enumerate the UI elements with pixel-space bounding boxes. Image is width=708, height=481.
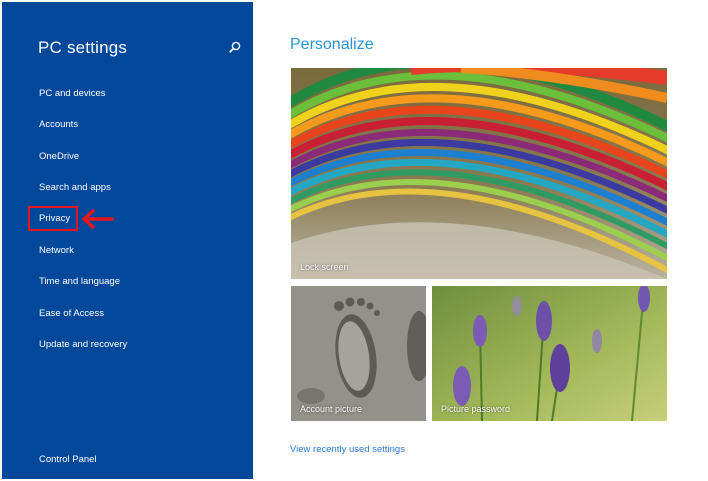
control-panel-link[interactable]: Control Panel xyxy=(39,454,97,465)
lock-screen-tile[interactable]: Lock screen xyxy=(291,68,667,279)
red-arrow-icon xyxy=(82,209,114,229)
lock-screen-image xyxy=(291,68,667,279)
account-picture-label: Account picture xyxy=(300,404,363,414)
sidebar-item-accounts[interactable]: Accounts xyxy=(39,119,78,130)
page-title: Personalize xyxy=(290,36,374,53)
picture-password-label: Picture password xyxy=(441,404,511,414)
sidebar-item-onedrive[interactable]: OneDrive xyxy=(39,151,79,162)
account-picture-image xyxy=(291,286,426,421)
sidebar-item-search-and-apps[interactable]: Search and apps xyxy=(39,182,111,193)
sidebar: PC settings PC and devices Accounts OneD… xyxy=(2,2,253,479)
picture-password-tile[interactable]: Picture password xyxy=(432,286,667,421)
sidebar-item-ease-of-access[interactable]: Ease of Access xyxy=(39,308,104,319)
search-icon[interactable] xyxy=(229,41,241,53)
picture-password-image xyxy=(432,286,667,421)
sidebar-item-time-and-language[interactable]: Time and language xyxy=(39,276,120,287)
sidebar-item-pc-and-devices[interactable]: PC and devices xyxy=(39,88,106,99)
view-recent-settings-link[interactable]: View recently used settings xyxy=(290,444,405,455)
sidebar-title: PC settings xyxy=(38,38,128,57)
sidebar-item-network[interactable]: Network xyxy=(39,245,74,256)
lock-screen-label: Lock screen xyxy=(300,262,349,272)
sidebar-item-update-and-recovery[interactable]: Update and recovery xyxy=(39,339,127,350)
account-picture-tile[interactable]: Account picture xyxy=(291,286,426,421)
privacy-highlight-box xyxy=(28,206,78,231)
